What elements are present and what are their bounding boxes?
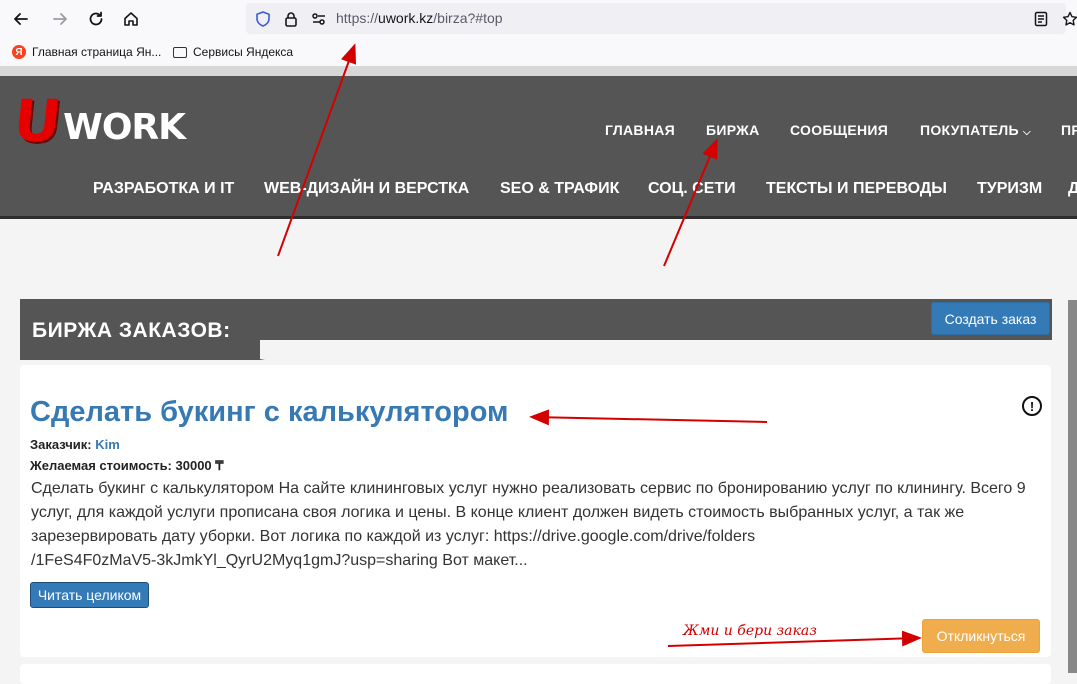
url-text[interactable]: https://uwork.kz/birza?#top: [336, 10, 503, 26]
logo-letter: U: [10, 87, 65, 155]
category-seo[interactable]: SEO & ТРАФИК: [500, 180, 619, 198]
bookmark-label: Сервисы Яндекса: [193, 45, 294, 59]
bookmark-label: Главная страница Ян...: [32, 45, 162, 59]
category-more[interactable]: Д: [1068, 180, 1077, 198]
description-line: зарезервировать дату уборки. Вот логика …: [31, 528, 756, 545]
title-band-cutout: [260, 340, 1052, 359]
site-header: U WORK ГЛАВНАЯ БИРЖА СООБЩЕНИЯ ПОКУПАТЕЛ…: [0, 76, 1077, 219]
section-title: БИРЖА ЗАКАЗОВ:: [32, 319, 231, 342]
create-order-button[interactable]: Создать заказ: [931, 302, 1050, 335]
reload-icon[interactable]: [85, 8, 107, 30]
yandex-icon: Я: [12, 45, 26, 59]
nav-buyer[interactable]: ПОКУПАТЕЛЬ ⌵: [920, 122, 1031, 138]
browser-toolbar: https://uwork.kz/birza?#top: [0, 0, 1077, 38]
description-line: услуг, для каждой услуги прописана своя …: [31, 504, 965, 521]
customer-label: Заказчик:: [30, 437, 92, 452]
lock-icon[interactable]: [280, 8, 302, 30]
home-icon[interactable]: [120, 8, 142, 30]
nav-buyer-label: ПОКУПАТЕЛЬ: [920, 122, 1019, 138]
nav-exchange[interactable]: БИРЖА: [706, 122, 760, 138]
forward-icon[interactable]: [49, 8, 71, 30]
nav-home[interactable]: ГЛАВНАЯ: [605, 122, 675, 138]
read-more-button[interactable]: Читать целиком: [30, 582, 149, 608]
report-icon[interactable]: !: [1022, 396, 1042, 416]
logo-word: WORK: [63, 107, 186, 148]
site-logo[interactable]: U WORK: [10, 87, 186, 155]
order-card-next: [20, 664, 1051, 684]
back-icon[interactable]: [10, 8, 32, 30]
folder-icon: [173, 46, 187, 58]
category-web-design[interactable]: WEB-ДИЗАЙН И ВЕРСТКА: [264, 180, 469, 198]
page-scrollbar[interactable]: [1068, 300, 1077, 673]
order-price: Желаемая стоимость: 30000 ₸: [30, 458, 224, 474]
category-texts[interactable]: ТЕКСТЫ И ПЕРЕВОДЫ: [766, 180, 947, 198]
bookmarks-bar: Я Главная страница Ян... Сервисы Яндекса: [0, 38, 1077, 67]
bookmark-yandex[interactable]: Я Главная страница Ян...: [12, 45, 161, 59]
chevron-down-icon: ⌵: [1023, 127, 1031, 138]
category-social[interactable]: СОЦ. СЕТИ: [648, 180, 736, 198]
site-permissions-icon[interactable]: [308, 8, 330, 30]
respond-button[interactable]: Откликнуться: [922, 619, 1040, 653]
reader-view-icon[interactable]: [1030, 8, 1052, 30]
description-line: Сделать букинг с калькулятором На сайте …: [31, 480, 1026, 497]
nav-more[interactable]: ПР: [1061, 122, 1077, 138]
order-customer: Заказчик: Kim: [30, 437, 120, 452]
page-top-strip: [0, 66, 1077, 76]
price-label: Желаемая стоимость:: [30, 458, 172, 473]
annotation-hint: Жми и бери заказ: [683, 623, 817, 639]
order-description: Сделать букинг с калькулятором На сайте …: [31, 477, 1031, 573]
customer-name-link[interactable]: Kim: [95, 437, 120, 452]
description-line: /1FeS4F0zMaV5-3kJmkYl_QyrU2Myq1gmJ?usp=s…: [31, 552, 528, 569]
bookmark-yandex-services[interactable]: Сервисы Яндекса: [173, 45, 293, 59]
tracking-shield-icon[interactable]: [252, 8, 274, 30]
url-path: /birza?#top: [433, 10, 503, 26]
bookmark-star-icon[interactable]: [1059, 8, 1077, 30]
url-host: uwork.kz: [378, 10, 434, 26]
category-tourism[interactable]: ТУРИЗМ: [977, 180, 1042, 198]
nav-messages[interactable]: СООБЩЕНИЯ: [790, 122, 888, 138]
category-development-it[interactable]: РАЗРАБОТКА И IT: [93, 180, 234, 198]
price-value: 30000 ₸: [175, 458, 224, 473]
order-title[interactable]: Сделать букинг с калькулятором: [30, 396, 509, 429]
url-scheme: https://: [336, 10, 379, 26]
